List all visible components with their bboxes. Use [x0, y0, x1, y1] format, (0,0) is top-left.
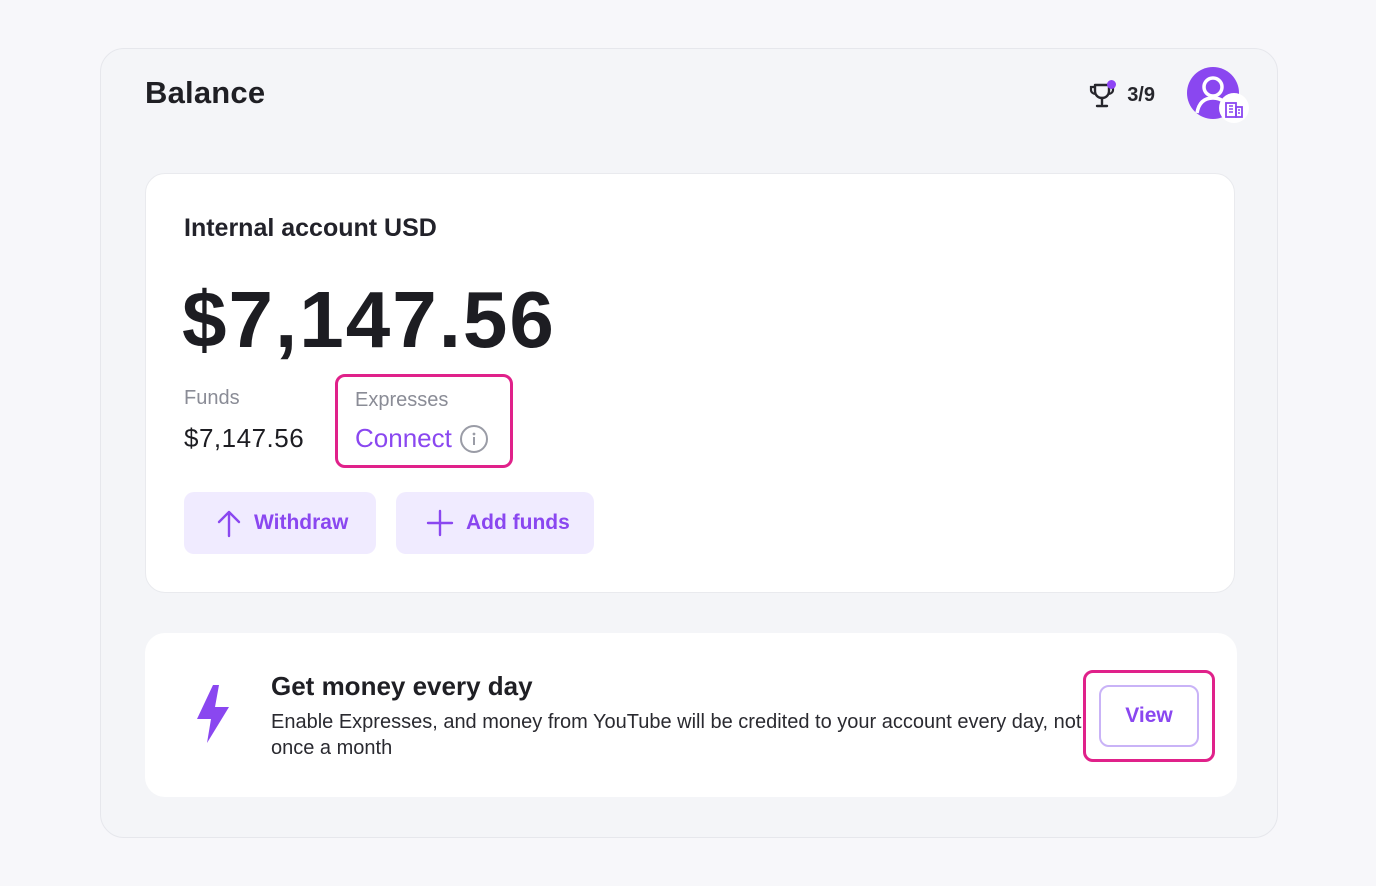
promo-title: Get money every day: [271, 671, 533, 701]
promo-card: Get money every day Enable Expresses, an…: [145, 633, 1237, 797]
connect-label: Connect: [355, 423, 452, 453]
lightning-icon: [197, 685, 229, 743]
expresses-label: Expresses: [355, 389, 449, 411]
info-icon[interactable]: [459, 424, 488, 453]
promo-description: Enable Expresses, and money from YouTube…: [271, 711, 1082, 759]
account-title: Internal account USD: [184, 214, 437, 242]
building-icon: [1219, 93, 1249, 123]
balance-panel: Balance 3/9 Internal account USD $7,147.…: [100, 48, 1278, 838]
page-title: Balance: [145, 75, 266, 110]
header-actions: 3/9: [1087, 67, 1249, 123]
funds-value: $7,147.56: [184, 423, 305, 453]
withdraw-label: Withdraw: [254, 511, 349, 534]
add-funds-label: Add funds: [466, 511, 570, 534]
view-highlight: View: [1083, 670, 1215, 762]
avatar[interactable]: [1187, 67, 1249, 123]
withdraw-button[interactable]: Withdraw: [184, 492, 376, 554]
arrow-up-icon: [217, 510, 241, 538]
connect-link[interactable]: Connect: [355, 423, 488, 454]
expresses-highlight: Expresses Connect: [335, 374, 513, 468]
achievements-progress: 3/9: [1127, 83, 1155, 106]
account-card: Internal account USD $7,147.56 Funds $7,…: [145, 173, 1235, 593]
plus-icon: [426, 509, 454, 537]
balance-amount: $7,147.56: [182, 275, 556, 364]
add-funds-button[interactable]: Add funds: [396, 492, 594, 554]
funds-label: Funds: [184, 387, 240, 409]
view-button[interactable]: View: [1099, 685, 1199, 747]
achievements-button[interactable]: [1087, 80, 1117, 110]
